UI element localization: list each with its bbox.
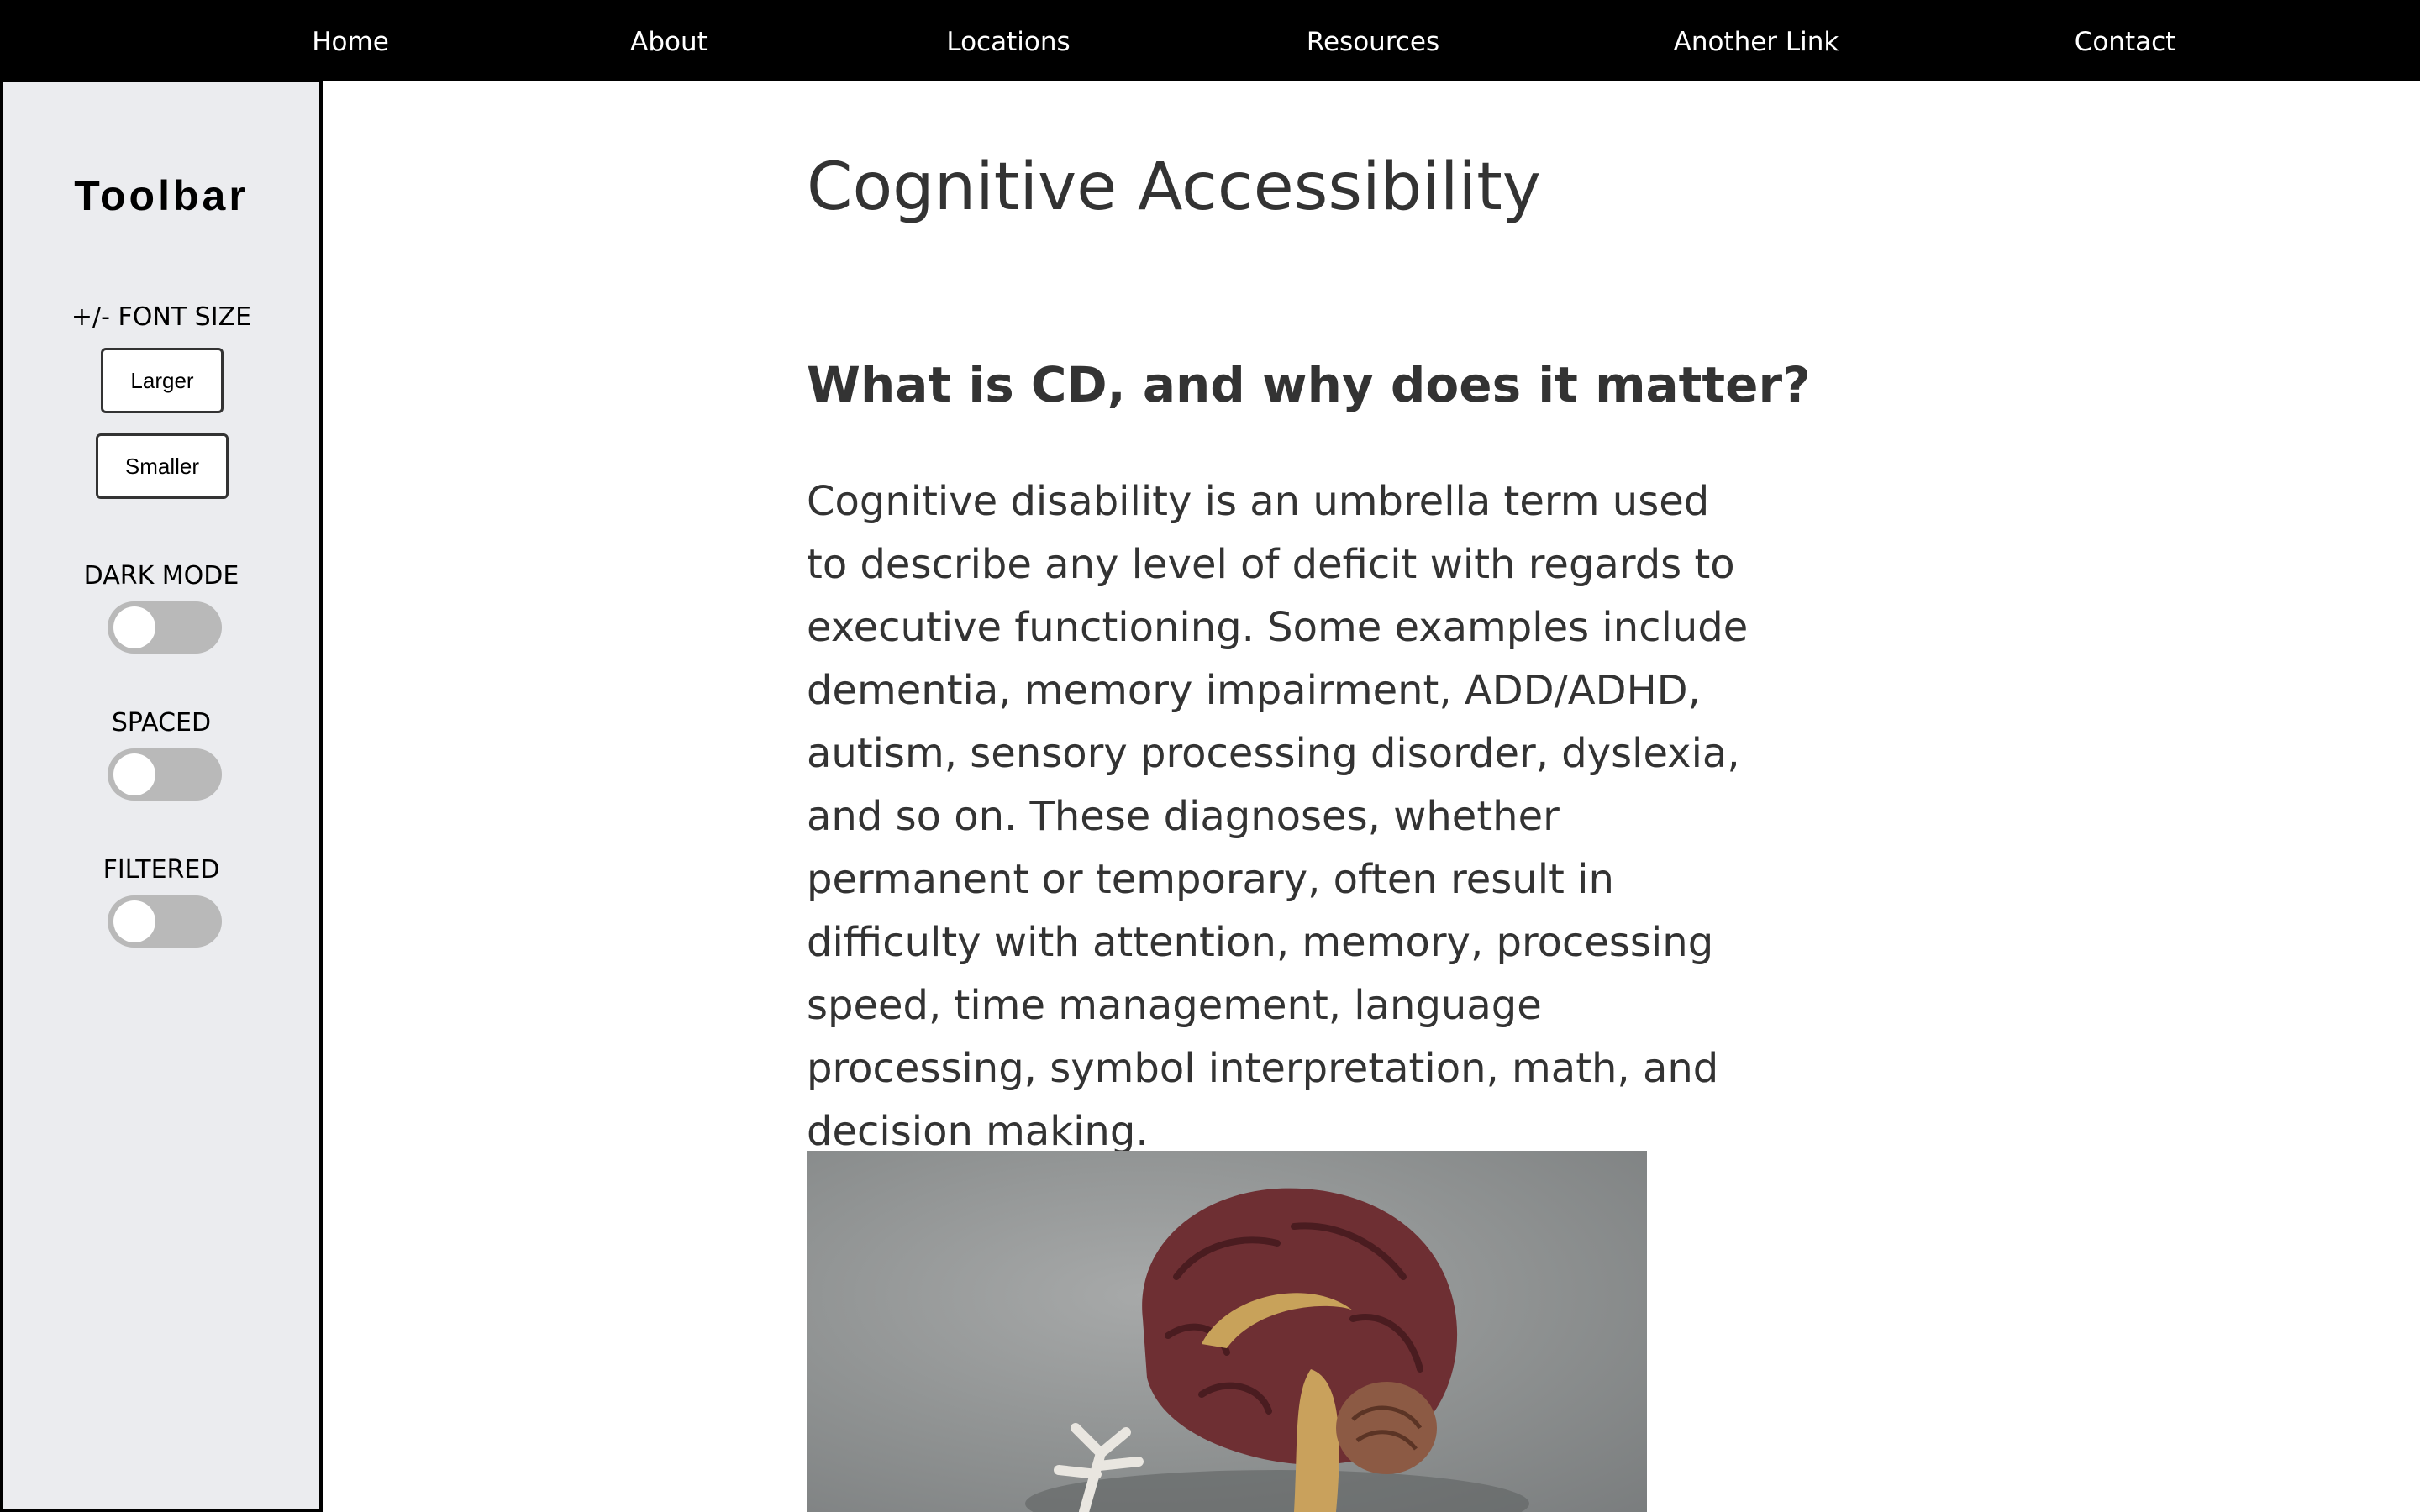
brain-illustration (1025, 1188, 1529, 1512)
nav-link-resources[interactable]: Resources (1307, 0, 1439, 81)
toggle-knob (113, 606, 155, 648)
dark-mode-label: DARK MODE (83, 561, 239, 591)
filtered-label: FILTERED (103, 855, 220, 885)
nav-link-locations[interactable]: Locations (946, 0, 1070, 81)
accessibility-toolbar: Toolbar +/- FONT SIZE Larger Smaller DAR… (0, 79, 323, 1512)
dark-mode-toggle[interactable] (108, 601, 222, 654)
font-smaller-button[interactable]: Smaller (96, 433, 229, 499)
spaced-label: SPACED (111, 708, 212, 738)
font-larger-button[interactable]: Larger (101, 348, 224, 413)
font-size-label: +/- FONT SIZE (71, 302, 252, 332)
toolbar-title: Toolbar (74, 172, 249, 219)
nav-link-another-link[interactable]: Another Link (1674, 0, 1839, 81)
nav-link-home[interactable]: Home (312, 0, 389, 81)
filtered-toggle[interactable] (108, 895, 222, 948)
nav-link-contact[interactable]: Contact (2075, 0, 2176, 81)
spaced-toggle[interactable] (108, 748, 222, 801)
body-paragraph: Cognitive disability is an umbrella term… (807, 478, 1749, 1155)
toggle-knob (113, 753, 155, 795)
page-title: Cognitive Accessibility (807, 150, 1541, 225)
nav-link-about[interactable]: About (630, 0, 708, 81)
section-heading: What is CD, and why does it matter? (807, 356, 1811, 413)
top-nav: Home About Locations Resources Another L… (0, 0, 2420, 81)
toggle-knob (113, 900, 155, 942)
brain-model-image (807, 1151, 1647, 1512)
